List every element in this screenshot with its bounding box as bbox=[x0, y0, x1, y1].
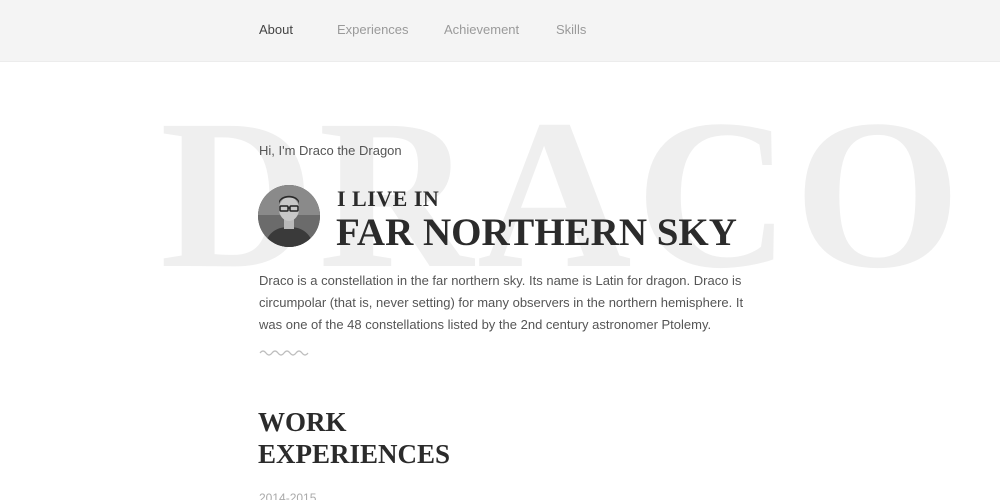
experience-period: 2014-2015 bbox=[259, 491, 317, 500]
bio-paragraph: Draco is a constellation in the far nort… bbox=[259, 273, 744, 332]
nav-about[interactable]: About bbox=[259, 22, 293, 37]
work-title-line1: WORK bbox=[258, 407, 347, 437]
squiggle-divider-icon bbox=[259, 350, 309, 356]
heading-location: FAR NORTHERN SKY bbox=[336, 211, 737, 254]
work-experiences-title: WORK EXPERIENCES bbox=[258, 406, 450, 470]
avatar bbox=[258, 185, 320, 247]
work-title-line2: EXPERIENCES bbox=[258, 439, 451, 469]
greeting-text: Hi, I'm Draco the Dragon bbox=[259, 143, 402, 158]
nav-skills[interactable]: Skills bbox=[556, 22, 586, 37]
person-avatar-icon bbox=[258, 185, 320, 247]
top-navbar: About Experiences Achievement Skills bbox=[0, 0, 1000, 62]
nav-experiences[interactable]: Experiences bbox=[337, 22, 409, 37]
heading-small: I LIVE IN bbox=[337, 186, 440, 211]
nav-achievement[interactable]: Achievement bbox=[444, 22, 519, 37]
